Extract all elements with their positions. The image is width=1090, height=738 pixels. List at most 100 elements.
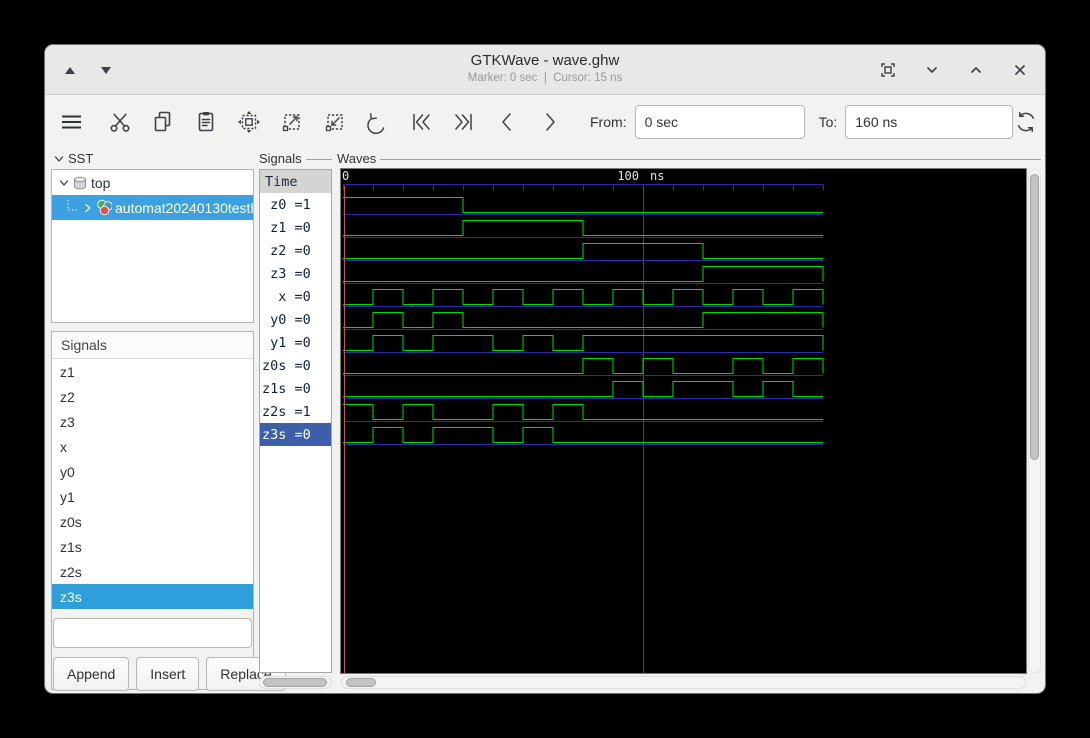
signal-list-item[interactable]: z3s bbox=[52, 584, 253, 609]
signal-search-list: z1 z2 z3 x y0 y1 z0s z1s z2s z3s bbox=[52, 359, 253, 611]
signal-values-panel: Time z0 =1 z1 =0 z2 =0 z3 =0 x =0 y0 =0 y1 =0 z… bbox=[259, 169, 332, 673]
waves-frame-label-text: Waves bbox=[337, 151, 377, 166]
chevron-down-icon bbox=[927, 67, 937, 73]
undo-button[interactable] bbox=[365, 109, 391, 135]
zoom-out-button[interactable] bbox=[322, 109, 348, 135]
close-icon bbox=[1015, 65, 1025, 75]
zoom-in-icon bbox=[282, 114, 300, 132]
signal-value-row[interactable]: z1s =0 bbox=[260, 377, 331, 400]
zoom-in-button[interactable] bbox=[279, 109, 305, 135]
signal-filter-input[interactable] bbox=[67, 620, 252, 646]
fit-window-icon bbox=[881, 63, 895, 77]
signal-value: =1 bbox=[286, 403, 311, 420]
wave-horizontal-scrollbar[interactable] bbox=[341, 676, 1026, 689]
tree-connector bbox=[64, 199, 80, 216]
signal-list-item[interactable]: z0s bbox=[52, 509, 253, 534]
signal-list-header-label: Signals bbox=[61, 337, 107, 353]
signal-search-panel: Signals z1 z2 z3 x y0 y1 z0s z1s z2s z3s Append I… bbox=[51, 331, 286, 691]
sst-header[interactable]: SST bbox=[53, 151, 93, 166]
signal-list-item[interactable]: z1 bbox=[52, 359, 253, 384]
reload-icon bbox=[1018, 111, 1035, 133]
signal-value-row[interactable]: z3s =0 bbox=[260, 423, 331, 446]
tree-item-automat[interactable]: automat20240130testbe bbox=[52, 195, 253, 220]
chevron-up-icon bbox=[971, 67, 981, 73]
maximize-button[interactable] bbox=[965, 59, 987, 81]
expander-down-icon bbox=[54, 155, 64, 162]
undo-icon bbox=[367, 113, 385, 135]
menu-button[interactable] bbox=[58, 109, 84, 135]
close-button[interactable] bbox=[1009, 59, 1031, 81]
signal-value-row[interactable]: z1 =0 bbox=[260, 216, 331, 239]
signal-value-row[interactable]: y0 =0 bbox=[260, 308, 331, 331]
from-input[interactable] bbox=[634, 105, 805, 139]
zoom-out-icon bbox=[325, 114, 343, 132]
sst-tree: top automat20240130testbe bbox=[51, 169, 254, 323]
scroll-up-button[interactable] bbox=[59, 59, 81, 81]
to-input[interactable] bbox=[845, 105, 1014, 139]
zoom-fit-button[interactable] bbox=[236, 109, 262, 135]
signal-list-item[interactable]: z3 bbox=[52, 409, 253, 434]
copy-button[interactable] bbox=[150, 109, 176, 135]
step-left-button[interactable] bbox=[494, 109, 520, 135]
insert-button[interactable]: Insert bbox=[136, 657, 200, 691]
gtkwave-window: GTKWave - wave.ghw Marker: 0 sec | Curso… bbox=[44, 44, 1046, 694]
signal-list-item[interactable]: z1s bbox=[52, 534, 253, 559]
scrollbar-thumb[interactable] bbox=[263, 678, 327, 687]
scrollbar-thumb[interactable] bbox=[346, 678, 376, 687]
scrollbar-thumb[interactable] bbox=[1030, 174, 1039, 460]
signal-list-item[interactable]: x bbox=[52, 434, 253, 459]
signal-list-item[interactable]: z2s bbox=[52, 559, 253, 584]
cut-icon bbox=[110, 113, 130, 132]
reload-button[interactable] bbox=[1013, 109, 1039, 135]
time-header[interactable]: Time bbox=[260, 170, 331, 193]
append-button[interactable]: Append bbox=[53, 657, 130, 691]
signal-value: =0 bbox=[286, 311, 311, 328]
signal-value-row[interactable]: z0 =1 bbox=[260, 193, 331, 216]
wave-canvas[interactable]: 0 100 ns bbox=[340, 168, 1027, 674]
signal-list-column-header[interactable]: Signals bbox=[52, 332, 253, 359]
step-right-button[interactable] bbox=[537, 109, 563, 135]
sst-header-label: SST bbox=[68, 151, 94, 166]
cut-button[interactable] bbox=[107, 109, 133, 135]
signal-value-row[interactable]: z2s =1 bbox=[260, 400, 331, 423]
tree-item-label: top bbox=[91, 174, 111, 191]
signal-value-row[interactable]: z2 =0 bbox=[260, 239, 331, 262]
step-right-icon bbox=[546, 113, 555, 131]
signal-value: =0 bbox=[286, 426, 311, 443]
signal-name: y1 bbox=[270, 334, 287, 351]
signal-list-item[interactable]: z2 bbox=[52, 384, 253, 409]
signal-name: z2s bbox=[262, 403, 287, 420]
signal-value-row[interactable]: z0s =0 bbox=[260, 354, 331, 377]
wave-vertical-scrollbar[interactable] bbox=[1028, 169, 1041, 673]
fit-window-button[interactable] bbox=[877, 59, 899, 81]
go-to-start-button[interactable] bbox=[408, 109, 434, 135]
waves-frame-label: Waves bbox=[337, 151, 1041, 167]
svg-text:ns: ns bbox=[650, 169, 664, 183]
go-to-end-button[interactable] bbox=[451, 109, 477, 135]
signal-value: =0 bbox=[286, 357, 311, 374]
signal-list-item[interactable]: y0 bbox=[52, 459, 253, 484]
go-to-start-icon bbox=[413, 113, 430, 131]
scroll-down-button[interactable] bbox=[95, 59, 117, 81]
menu-icon bbox=[62, 115, 81, 129]
expander-down-icon bbox=[56, 175, 72, 191]
signal-value: =0 bbox=[286, 288, 311, 305]
module-icon bbox=[96, 199, 112, 216]
signal-value-row[interactable]: x =0 bbox=[260, 285, 331, 308]
signal-value-row[interactable]: y1 =0 bbox=[260, 331, 331, 354]
values-frame-label-text: Signals bbox=[259, 151, 302, 166]
signal-value: =1 bbox=[286, 196, 311, 213]
step-left-icon bbox=[502, 113, 511, 131]
values-horizontal-scrollbar[interactable] bbox=[259, 676, 332, 689]
signal-value-row[interactable]: z3 =0 bbox=[260, 262, 331, 285]
signal-list-item[interactable]: y1 bbox=[52, 484, 253, 509]
signal-name: z0 bbox=[270, 196, 287, 213]
signal-name: z0s bbox=[262, 357, 287, 374]
tree-item-top[interactable]: top bbox=[52, 170, 253, 195]
signal-name: z2 bbox=[270, 242, 287, 259]
copy-icon bbox=[154, 111, 171, 132]
unmaximize-button[interactable] bbox=[921, 59, 943, 81]
signal-values-list: z0 =1 z1 =0 z2 =0 z3 =0 x =0 y0 =0 y1 =0 z0s =0… bbox=[260, 193, 331, 446]
paste-button[interactable] bbox=[193, 109, 219, 135]
signal-value: =0 bbox=[286, 242, 311, 259]
